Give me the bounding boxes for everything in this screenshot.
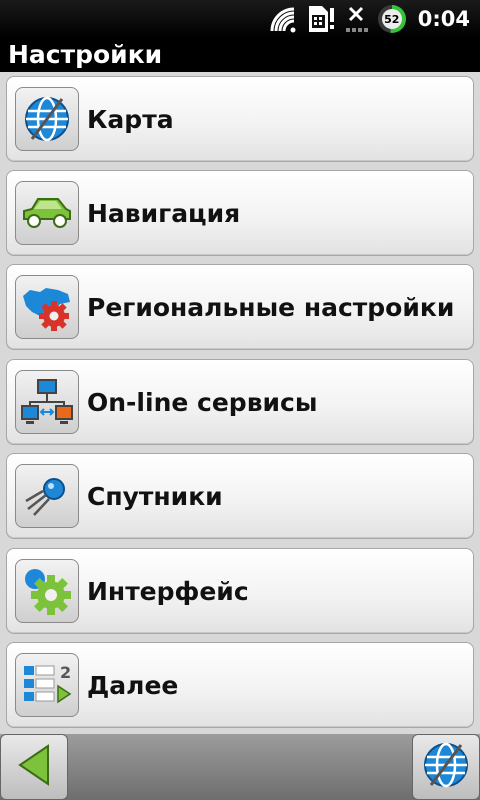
next-page-icon: 2 — [15, 653, 79, 717]
svg-text:2: 2 — [60, 663, 71, 682]
sim-notification-icon — [306, 4, 336, 34]
menu-item-online-services[interactable]: On-line сервисы — [6, 359, 474, 445]
battery-icon: 52 — [377, 5, 406, 33]
menu-item-next[interactable]: 2 Далее — [6, 642, 474, 728]
online-services-icon — [15, 370, 79, 434]
menu-item-label: Карта — [87, 105, 174, 134]
menu-item-label: Навигация — [87, 199, 241, 228]
menu-item-interface[interactable]: Интерфейс — [6, 548, 474, 634]
menu-item-navigation[interactable]: Навигация — [6, 170, 474, 256]
battery-level: 52 — [381, 9, 402, 29]
status-icons: 52 0:04 — [268, 0, 470, 38]
back-button[interactable] — [0, 734, 68, 800]
menu-item-label: Интерфейс — [87, 577, 249, 606]
title-bar: Настройки — [0, 38, 480, 72]
menu-item-label: Далее — [87, 671, 179, 700]
car-icon — [15, 181, 79, 245]
menu-item-map[interactable]: Карта — [6, 76, 474, 162]
menu-item-satellites[interactable]: Спутники — [6, 453, 474, 539]
menu-item-label: On-line сервисы — [87, 388, 318, 417]
interface-gear-icon — [15, 559, 79, 623]
globe-icon — [421, 740, 471, 794]
back-arrow-icon — [14, 742, 54, 792]
menu-item-label: Региональные настройки — [87, 293, 455, 322]
status-bar: 52 0:04 — [0, 0, 480, 38]
wifi-icon — [268, 5, 298, 33]
menu-item-regional-settings[interactable]: Региональные настройки — [6, 264, 474, 350]
page-title: Настройки — [8, 40, 163, 69]
bottom-bar — [0, 734, 480, 800]
no-signal-icon — [344, 4, 370, 34]
menu-item-label: Спутники — [87, 482, 223, 511]
globe-icon — [15, 87, 79, 151]
regional-settings-icon — [15, 275, 79, 339]
satellite-icon — [15, 464, 79, 528]
clock: 0:04 — [417, 7, 470, 31]
map-button[interactable] — [412, 734, 480, 800]
